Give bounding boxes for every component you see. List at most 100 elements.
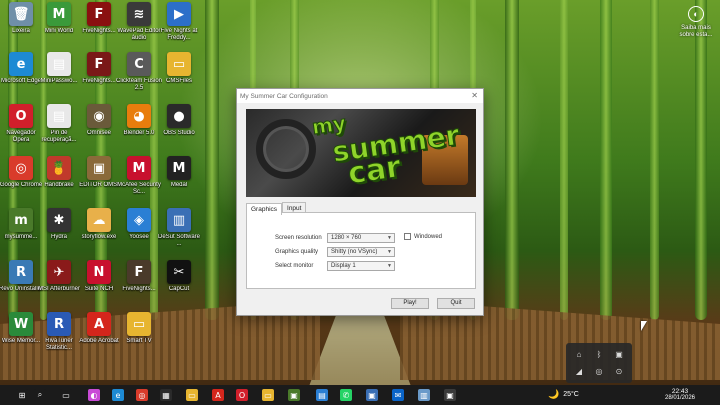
- chrome-tray-icon[interactable]: ◎: [593, 366, 605, 378]
- desktop-icon[interactable]: M Mini World: [38, 2, 80, 50]
- desktop-icon[interactable]: ▤ MiniPasswo...: [38, 52, 80, 100]
- desktop-icon[interactable]: F FiveNights...: [118, 260, 160, 308]
- taskview-icon[interactable]: ▭: [60, 389, 72, 401]
- app-icon: R: [9, 260, 33, 284]
- desktop-icon-label: CMSFiles: [165, 78, 192, 84]
- app-icon: ✂: [167, 260, 191, 284]
- desktop-icon[interactable]: ◎ Google Chrome: [0, 156, 42, 204]
- whatsapp-icon[interactable]: ✆: [340, 389, 352, 401]
- desktop-icon[interactable]: ▭ Smart TV: [118, 312, 160, 360]
- screen-resolution-row: Screen resolution 1280 × 760 ▼: [247, 232, 477, 244]
- game-banner: my summer car: [246, 109, 476, 197]
- desktop-icon[interactable]: ▣ EDITOR OMSI: [78, 156, 120, 204]
- dialog-titlebar[interactable]: My Summer Car Configuration ✕: [237, 89, 483, 103]
- clock-time: 22:43: [671, 388, 689, 395]
- desktop-icon[interactable]: ✂ CapCut: [158, 260, 200, 308]
- opera-icon[interactable]: O: [236, 389, 248, 401]
- desktop-icon[interactable]: O Navegador Opera: [0, 104, 42, 152]
- desktop-icon[interactable]: F FiveNights...: [78, 52, 120, 100]
- copilot-icon[interactable]: ◐: [88, 389, 100, 401]
- edge-icon[interactable]: e: [112, 389, 124, 401]
- app-icon: ✈: [47, 260, 71, 284]
- desktop-icon[interactable]: F FiveNights...: [78, 2, 120, 50]
- app-tray-icon[interactable]: ▣: [613, 349, 625, 361]
- usb-icon[interactable]: ⌂: [573, 349, 585, 361]
- windowed-checkbox[interactable]: [404, 233, 411, 240]
- app-icon: ▥: [167, 208, 191, 232]
- desktop-icon[interactable]: ● OBS Studio: [158, 104, 200, 152]
- desktop-icon[interactable]: ▶ Five Nights at Freddy...: [158, 2, 200, 50]
- start-button[interactable]: ⊞: [16, 389, 28, 401]
- app-icon: e: [9, 52, 33, 76]
- config-dialog: My Summer Car Configuration ✕ my summer …: [236, 88, 484, 316]
- desktop-icon[interactable]: C Clickteam Fusion 2.5: [116, 52, 162, 100]
- app-icon: ▶: [167, 2, 191, 26]
- folder-icon[interactable]: ▭: [262, 389, 274, 401]
- desktop-icon[interactable]: ▥ DeSut Software ...: [158, 208, 200, 256]
- desktop-icon[interactable]: 🗑 Lixeira: [0, 2, 42, 50]
- select-monitor-select[interactable]: Display 1 ▼: [327, 261, 395, 271]
- chevron-down-icon: ▼: [387, 235, 392, 241]
- bamboo-stalk: [505, 0, 519, 320]
- desktop-icon[interactable]: ✱ Hydra: [38, 208, 80, 256]
- desktop-icon[interactable]: ▤ Pin de recuperaçã...: [38, 104, 80, 152]
- app-icon: R: [47, 312, 71, 336]
- outlook-icon[interactable]: ✉: [392, 389, 404, 401]
- windowed-checkbox-group[interactable]: Windowed: [404, 233, 442, 240]
- tray-overflow-flyout: ⌂ ᛒ ▣ ◢ ◎ ⊙: [566, 343, 632, 383]
- app-icon: O: [9, 104, 33, 128]
- tab-graphics[interactable]: Graphics: [246, 203, 283, 215]
- steam-tray-icon[interactable]: ⊙: [613, 366, 625, 378]
- weather-widget[interactable]: 🌙 25°C: [548, 389, 579, 400]
- screen-resolution-select[interactable]: 1280 × 760 ▼: [327, 233, 395, 243]
- bamboo-stalk: [560, 0, 568, 320]
- system-clock[interactable]: 22:43 28/01/2026: [663, 388, 697, 402]
- desktop-icon[interactable]: A Adobe Acrobat: [78, 312, 120, 360]
- bluetooth-icon[interactable]: ᛒ: [593, 349, 605, 361]
- desktop-icon[interactable]: ◕ Blender 5.0: [118, 104, 160, 152]
- desktop-icon[interactable]: W Wise Memor...: [0, 312, 42, 360]
- chrome-icon[interactable]: ◎: [136, 389, 148, 401]
- play-button[interactable]: Play!: [391, 298, 429, 309]
- desktop-icon[interactable]: ◉ Omnisee: [78, 104, 120, 152]
- close-icon[interactable]: ✕: [471, 92, 478, 100]
- explorer-icon[interactable]: ▤: [316, 389, 328, 401]
- app-icon: M: [167, 156, 191, 180]
- graphics-quality-select[interactable]: Shitty (no VSync) ▼: [327, 247, 395, 257]
- app-icon: ▣: [87, 156, 111, 180]
- desktop-icon[interactable]: M Medal: [158, 156, 200, 204]
- game-icon[interactable]: ▣: [288, 389, 300, 401]
- desktop-icon[interactable]: e Microsoft Edge: [0, 52, 42, 100]
- desktop-icon[interactable]: ▭ CMSFiles: [158, 52, 200, 100]
- desktop-icon-label: OBS Studio: [163, 130, 195, 136]
- windowed-label: Windowed: [414, 233, 443, 240]
- desktop-icon[interactable]: m mysumme...: [0, 208, 42, 256]
- desktop-icon[interactable]: ◈ Yoosee: [118, 208, 160, 256]
- desktop-icon[interactable]: M McAfee Security Sc...: [117, 156, 161, 204]
- desktop-icon[interactable]: ≋ WavePad Editor áudio: [117, 2, 161, 50]
- desktop-icon[interactable]: ☁ storyflow.exe: [78, 208, 120, 256]
- store-icon[interactable]: ▦: [160, 389, 172, 401]
- nvidia-icon[interactable]: ◢: [573, 366, 585, 378]
- desktop-icon[interactable]: R Revo Uninstaller: [0, 260, 43, 308]
- desktop-icon[interactable]: 🍍 Handbrake: [38, 156, 80, 204]
- bamboo-stalk: [695, 0, 707, 320]
- search-icon[interactable]: ⌕: [34, 389, 46, 401]
- select-monitor-row: Select monitor Display 1 ▼: [247, 260, 477, 272]
- chevron-down-icon: ▼: [387, 263, 392, 269]
- desktop-icon[interactable]: R RivaTuner Statistic...: [38, 312, 80, 360]
- app-icon[interactable]: ▣: [366, 389, 378, 401]
- app-icon: ◈: [127, 208, 151, 232]
- desktop-icon[interactable]: N Suite NCH: [78, 260, 120, 308]
- paint-icon[interactable]: ▥: [418, 389, 430, 401]
- terminal-icon[interactable]: ▣: [444, 389, 456, 401]
- app-icon: m: [9, 208, 33, 232]
- clock-date: 28/01/2026: [664, 395, 696, 401]
- app-icon: 🗑: [9, 2, 33, 26]
- learn-more-shortcut[interactable]: ◐ Saiba mais sobre esta...: [676, 6, 716, 39]
- app-icon: F: [87, 52, 111, 76]
- quit-button[interactable]: Quit: [437, 298, 475, 309]
- files-icon[interactable]: ▭: [186, 389, 198, 401]
- desktop-icon[interactable]: ✈ MSI Afterburner: [38, 260, 80, 308]
- acrobat-icon[interactable]: A: [212, 389, 224, 401]
